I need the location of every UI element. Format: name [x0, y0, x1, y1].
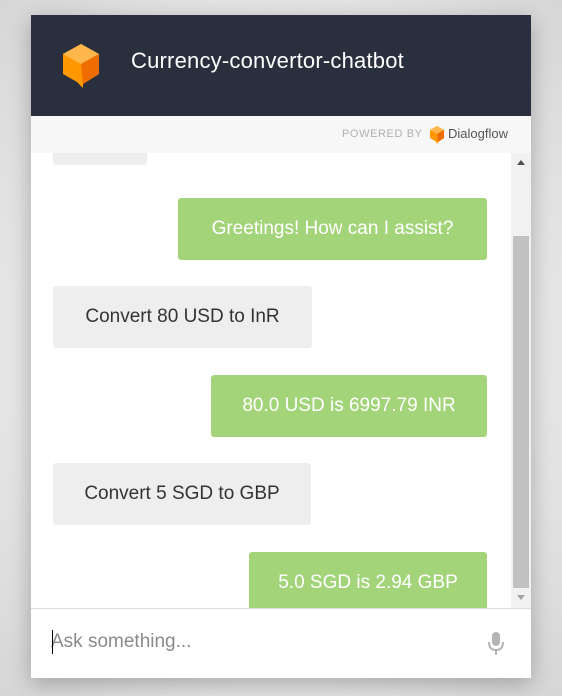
message-scrollbar[interactable]: [511, 153, 531, 608]
dialogflow-brand-label: Dialogflow: [448, 126, 508, 141]
user-message: Convert 5 SGD to GBP: [53, 463, 311, 525]
bot-message: 5.0 SGD is 2.94 GBP: [249, 552, 487, 608]
bot-message: Greetings! How can I assist?: [178, 198, 487, 260]
text-caret: [52, 630, 53, 654]
message-bubble-partial: [53, 153, 147, 165]
dialogflow-icon: [430, 126, 444, 144]
bot-message: 80.0 USD is 6997.79 INR: [211, 375, 487, 437]
microphone-icon[interactable]: [486, 631, 506, 657]
chat-header: Currency-convertor-chatbot: [31, 15, 531, 116]
message-list: Greetings! How can I assist? Convert 80 …: [31, 153, 511, 608]
message-input[interactable]: [51, 627, 471, 657]
input-bar: [31, 608, 531, 678]
powered-by-bar: POWERED BY Dialogflow: [31, 116, 531, 154]
powered-by-label: POWERED BY: [342, 128, 423, 140]
chat-title: Currency-convertor-chatbot: [131, 48, 404, 73]
scroll-thumb[interactable]: [513, 236, 529, 588]
scroll-up-arrow-icon[interactable]: [511, 153, 531, 173]
dialogflow-agent-logo-icon: [63, 44, 99, 88]
scroll-down-arrow-icon[interactable]: [511, 588, 531, 608]
user-message: Convert 80 USD to InR: [53, 286, 312, 348]
chat-window: Currency-convertor-chatbot POWERED BY Di…: [31, 15, 531, 678]
